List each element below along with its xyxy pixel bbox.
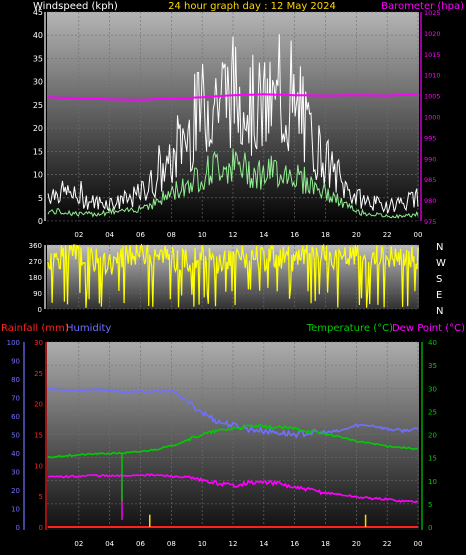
temperature-tick-label: 5 xyxy=(428,501,432,509)
humidity-tick-label: 100 xyxy=(7,339,20,347)
direction-tick-label: 180 xyxy=(29,274,42,282)
pressure-tick-label: 985 xyxy=(424,176,436,184)
dewpoint-legend: Dew Point (°C) xyxy=(392,323,465,334)
humidity-tick-label: 90 xyxy=(11,358,20,366)
rain-tick-label: 25 xyxy=(34,370,43,378)
time-tick-label: 04 xyxy=(105,231,114,239)
humidity-tick-label: 80 xyxy=(11,376,20,384)
time-tick-label: 14 xyxy=(259,540,268,548)
temperature-tick-label: 20 xyxy=(428,432,437,440)
pressure-tick-label: 1025 xyxy=(424,9,441,17)
rain-tick-label: 0 xyxy=(39,524,43,532)
time-tick-label: 18 xyxy=(321,231,330,239)
compass-label: N xyxy=(436,242,443,253)
time-tick-label: 00 xyxy=(414,540,423,548)
barometer-axis-label: Barometer (hpa) xyxy=(381,1,464,12)
time-tick-label: 20 xyxy=(352,540,361,548)
pressure-tick-label: 1000 xyxy=(424,114,441,122)
temperature-tick-label: 30 xyxy=(428,385,437,393)
humidity-tick-label: 10 xyxy=(11,506,20,514)
pressure-tick-label: 990 xyxy=(424,155,436,163)
time-tick-label: 14 xyxy=(259,231,268,239)
time-tick-label: 10 xyxy=(198,540,207,548)
time-tick-label: 16 xyxy=(290,540,299,548)
humidity-tick-label: 70 xyxy=(11,395,20,403)
compass-label: E xyxy=(436,290,442,301)
wind-axis-label: Windspeed (kph) xyxy=(33,1,118,12)
wind-tick-label: 25 xyxy=(33,101,43,110)
rain-tick-label: 20 xyxy=(34,401,43,409)
rain-tick-label: 10 xyxy=(34,462,43,470)
direction-tick-label: 90 xyxy=(33,290,42,298)
time-tick-label: 00 xyxy=(414,231,423,239)
wind-tick-label: 40 xyxy=(33,31,43,40)
direction-tick-label: 270 xyxy=(29,258,42,266)
time-tick-label: 02 xyxy=(74,540,83,548)
chart-date-title: 24 hour graph day : 12 May 2024 xyxy=(168,1,336,12)
humidity-tick-label: 40 xyxy=(11,450,20,458)
time-tick-label: 12 xyxy=(229,540,238,548)
pressure-tick-label: 980 xyxy=(424,197,436,205)
time-tick-label: 22 xyxy=(383,540,392,548)
pressure-tick-label: 995 xyxy=(424,134,436,142)
wind-tick-label: 5 xyxy=(38,194,43,203)
time-tick-label: 04 xyxy=(105,540,114,548)
wind-tick-label: 10 xyxy=(33,171,43,180)
time-tick-label: 20 xyxy=(352,231,361,239)
humidity-tick-label: 60 xyxy=(11,413,20,421)
wind-tick-label: 30 xyxy=(33,78,43,87)
pressure-tick-label: 1005 xyxy=(424,93,441,101)
humidity-tick-label: 0 xyxy=(16,524,20,532)
rainfall-legend: Rainfall (mm) xyxy=(1,323,69,334)
temperature-tick-label: 25 xyxy=(428,408,437,416)
humidity-legend: Humidity xyxy=(66,323,111,334)
compass-label: S xyxy=(436,274,442,285)
wind-tick-label: 35 xyxy=(33,54,43,63)
weather-graphs: Windspeed (kph) 24 hour graph day : 12 M… xyxy=(1,1,465,548)
wind-tick-label: 15 xyxy=(33,147,43,156)
time-tick-label: 08 xyxy=(167,231,176,239)
wind-tick-label: 45 xyxy=(33,8,43,17)
time-tick-label: 18 xyxy=(321,540,330,548)
rain-tick-label: 5 xyxy=(39,493,43,501)
direction-tick-label: 360 xyxy=(29,242,42,250)
direction-tick-label: 0 xyxy=(38,306,42,314)
temperature-legend: Temperature (°C) xyxy=(306,323,393,334)
time-tick-label: 16 xyxy=(290,231,299,239)
humidity-tick-label: 50 xyxy=(11,432,20,440)
pressure-tick-label: 1015 xyxy=(424,51,441,59)
time-tick-label: 10 xyxy=(198,231,207,239)
time-tick-label: 22 xyxy=(383,231,392,239)
temperature-tick-label: 0 xyxy=(428,524,432,532)
time-tick-label: 06 xyxy=(136,231,145,239)
compass-label: W xyxy=(436,258,446,269)
rain-tick-label: 30 xyxy=(34,339,43,347)
humidity-tick-label: 30 xyxy=(11,469,20,477)
temperature-tick-label: 35 xyxy=(428,362,437,370)
time-tick-label: 02 xyxy=(74,231,83,239)
compass-label: N xyxy=(436,306,443,317)
temperature-tick-label: 10 xyxy=(428,478,437,486)
wind-tick-label: 0 xyxy=(38,217,43,226)
rain-tick-label: 15 xyxy=(34,432,43,440)
time-tick-label: 06 xyxy=(136,540,145,548)
wind-tick-label: 20 xyxy=(33,124,43,133)
humidity-tick-label: 20 xyxy=(11,487,20,495)
time-tick-label: 08 xyxy=(167,540,176,548)
pressure-tick-label: 1010 xyxy=(424,72,441,80)
time-tick-label: 12 xyxy=(229,231,238,239)
temperature-tick-label: 40 xyxy=(428,339,437,347)
pressure-tick-label: 975 xyxy=(424,218,436,226)
temperature-tick-label: 15 xyxy=(428,455,437,463)
pressure-tick-label: 1020 xyxy=(424,30,441,38)
